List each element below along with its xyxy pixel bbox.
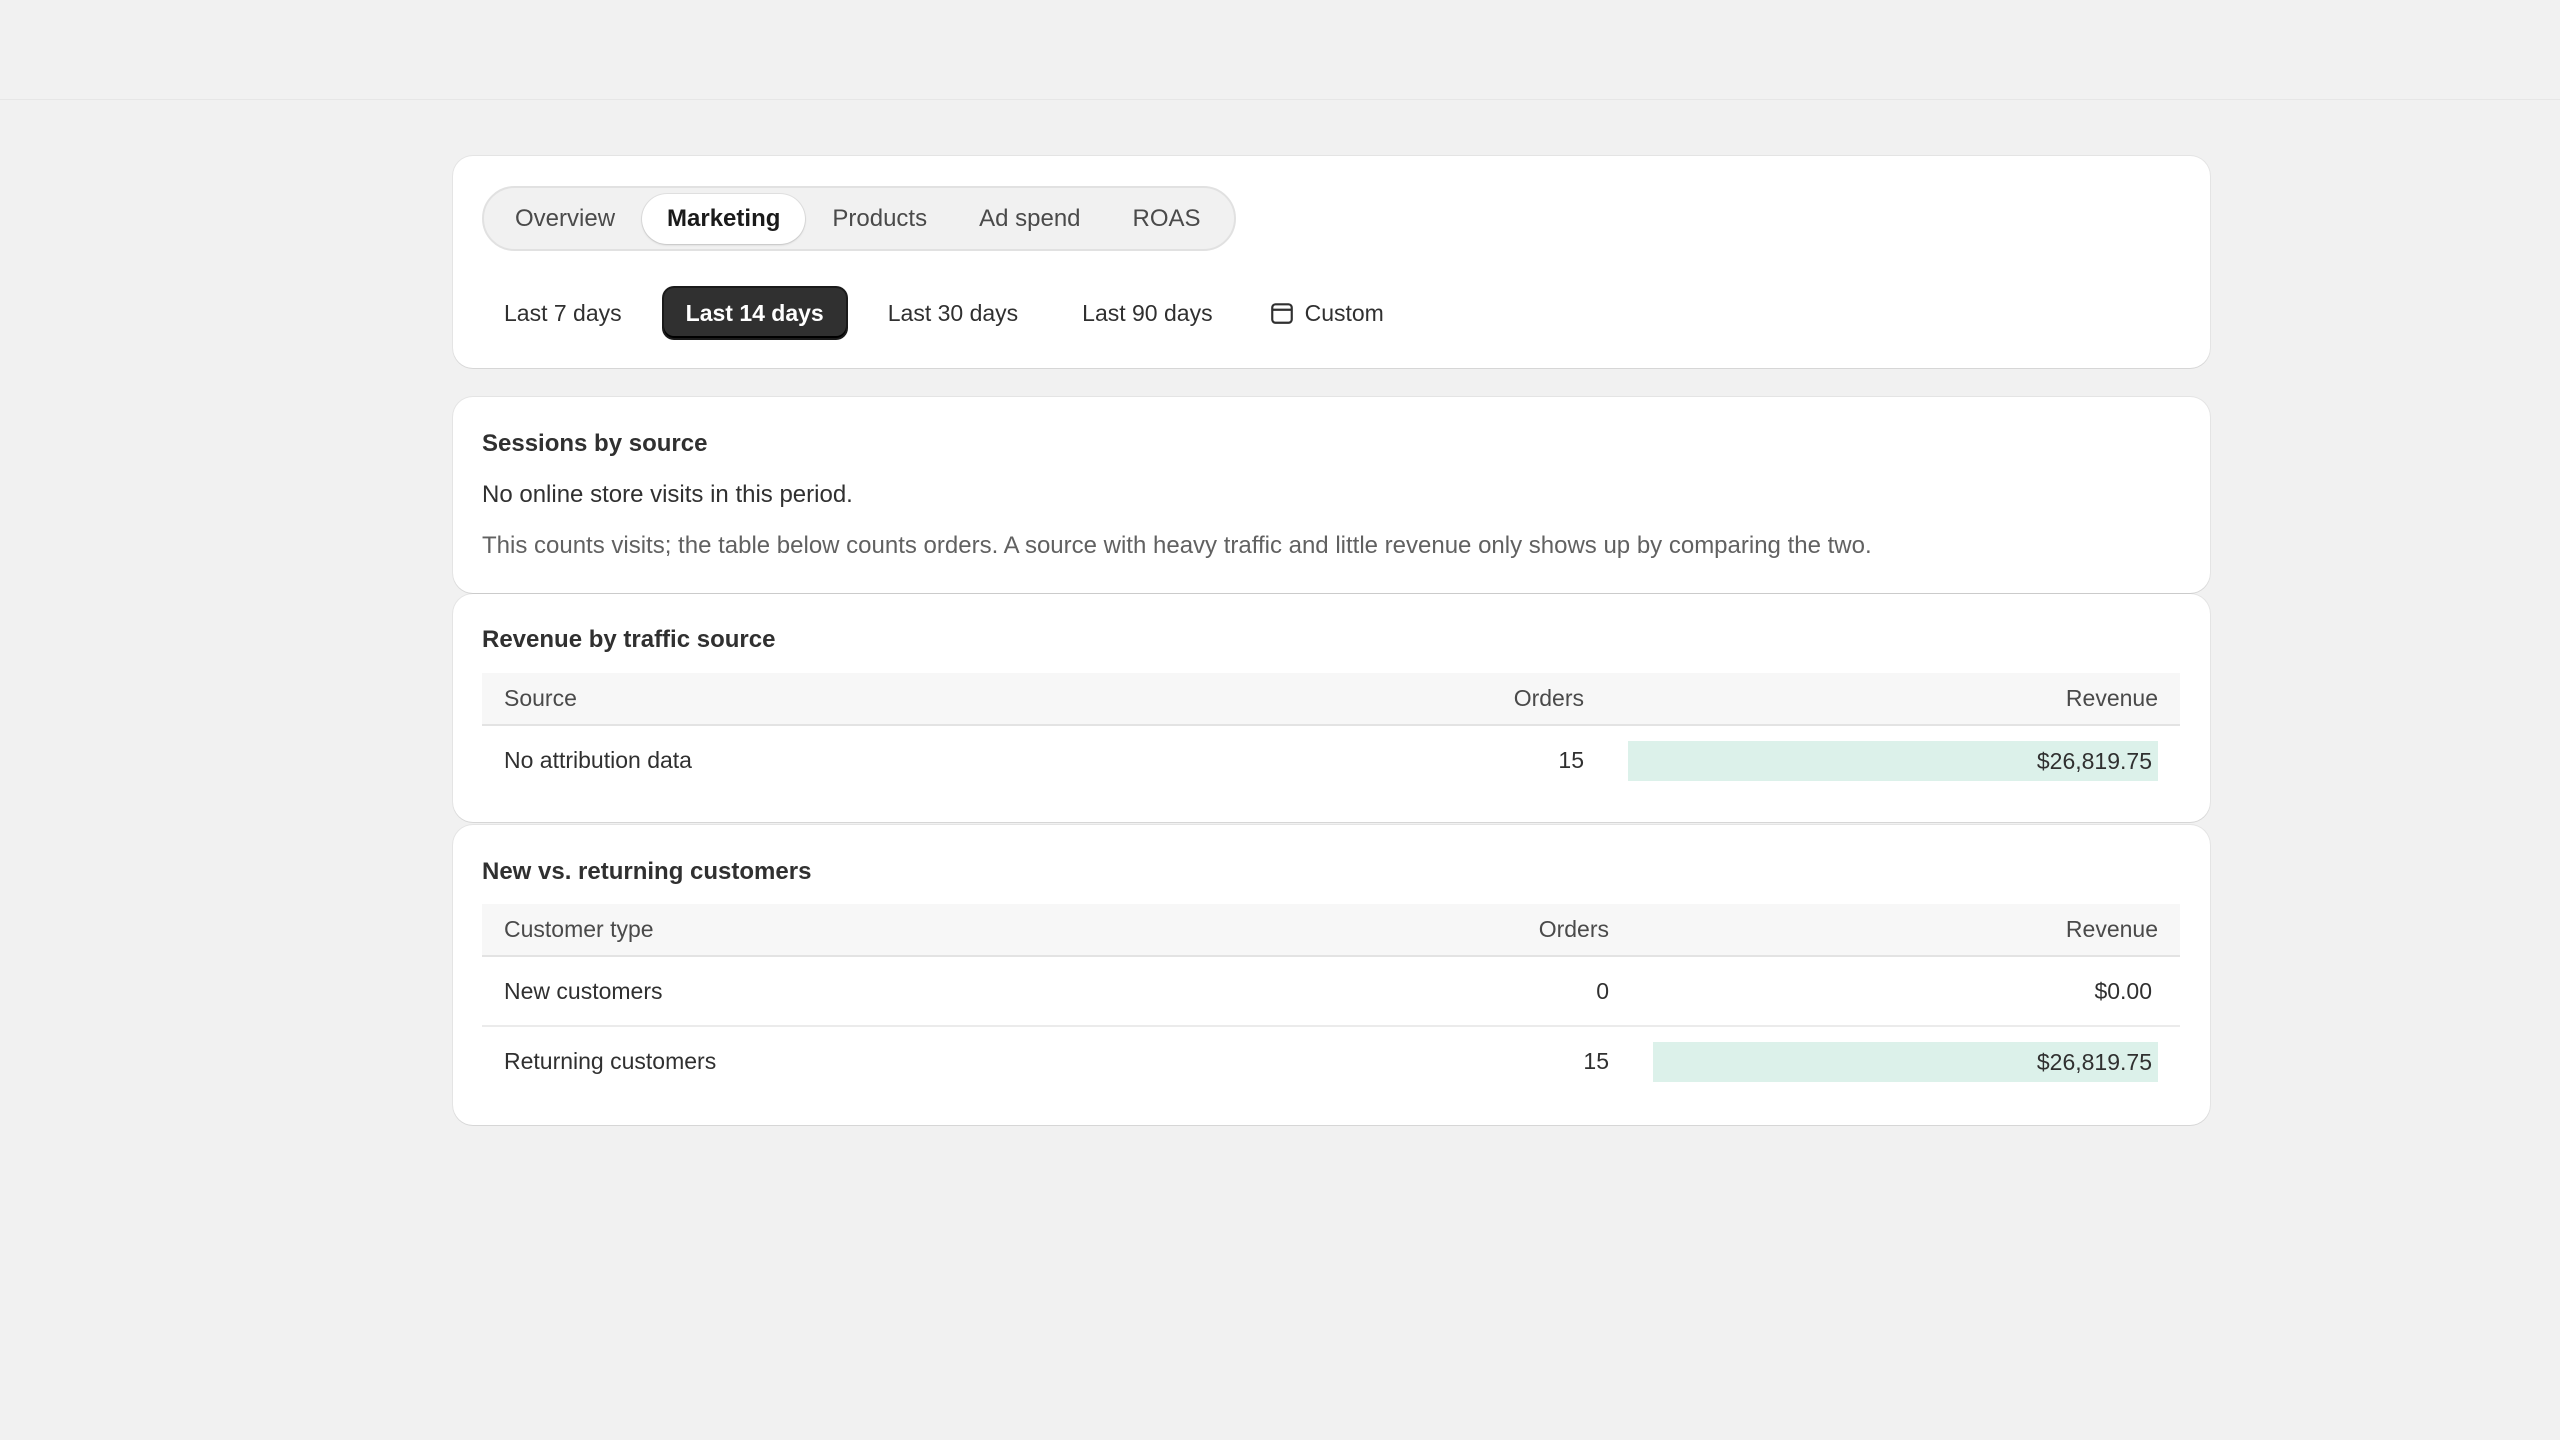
table-header-row: Customer type Orders Revenue <box>482 904 2180 957</box>
date-range-selector: Last 7 days Last 14 days Last 30 days La… <box>482 287 1426 339</box>
tab-ad-spend[interactable]: Ad spend <box>954 194 1105 244</box>
range-custom-button[interactable]: Custom <box>1255 288 1406 338</box>
revenue-value: $26,819.75 <box>2036 747 2152 774</box>
sessions-by-source-card: Sessions by source No online store visit… <box>453 397 2210 593</box>
orders-cell: 15 <box>1558 747 1584 773</box>
new-vs-returning-card: New vs. returning customers Customer typ… <box>453 825 2210 1125</box>
column-header-revenue: Revenue <box>1631 904 2180 957</box>
table-row: Returning customers 15 $26,819.75 <box>482 1026 2180 1096</box>
sessions-empty-message: No online store visits in this period. <box>482 481 853 508</box>
customers-title: New vs. returning customers <box>482 858 812 885</box>
tab-roas[interactable]: ROAS <box>1108 194 1226 244</box>
range-last-90-days-button[interactable]: Last 90 days <box>1060 288 1234 338</box>
orders-cell: 15 <box>1583 1048 1609 1074</box>
sessions-note: This counts visits; the table below coun… <box>482 532 1872 559</box>
revenue-cell: $26,819.75 <box>1631 1026 2180 1096</box>
range-last-7-days-button[interactable]: Last 7 days <box>482 288 644 338</box>
customer-type-cell: Returning customers <box>504 1048 717 1074</box>
column-header-customer-type: Customer type <box>482 904 1382 957</box>
sessions-title: Sessions by source <box>482 430 708 457</box>
report-tabs: Overview Marketing Products Ad spend ROA… <box>482 186 1236 251</box>
revenue-cell: $26,819.75 <box>1606 725 2180 795</box>
report-controls-card: Overview Marketing Products Ad spend ROA… <box>453 156 2210 368</box>
range-custom-label: Custom <box>1304 300 1384 326</box>
table-header-row: Source Orders Revenue <box>482 673 2180 726</box>
column-header-revenue: Revenue <box>1606 673 2180 726</box>
column-header-orders: Orders <box>1382 904 1631 957</box>
tab-marketing[interactable]: Marketing <box>642 193 806 244</box>
customer-type-cell: New customers <box>482 956 1382 1027</box>
revenue-by-source-card: Revenue by traffic source Source Orders … <box>453 594 2210 822</box>
customers-table: Customer type Orders Revenue New custome… <box>482 904 2180 1096</box>
range-last-14-days-button[interactable]: Last 14 days <box>663 288 846 338</box>
revenue-value: $26,819.75 <box>2036 1048 2152 1075</box>
table-row: New customers 0 $0.00 <box>482 956 2180 1027</box>
column-header-orders: Orders <box>1382 673 1606 726</box>
top-bar <box>0 0 2560 100</box>
revenue-by-source-title: Revenue by traffic source <box>482 626 776 653</box>
revenue-value: $0.00 <box>2094 978 2152 1004</box>
revenue-cell: $0.00 <box>1631 956 2180 1027</box>
source-cell: No attribution data <box>504 747 692 773</box>
range-last-30-days-button[interactable]: Last 30 days <box>866 288 1040 338</box>
column-header-source: Source <box>482 673 1382 726</box>
revenue-by-source-table: Source Orders Revenue No attribution dat… <box>482 673 2180 795</box>
tab-overview[interactable]: Overview <box>490 194 640 244</box>
table-row: No attribution data 15 $26,819.75 <box>482 725 2180 795</box>
tab-products[interactable]: Products <box>807 194 952 244</box>
orders-cell: 0 <box>1382 956 1631 1027</box>
calendar-icon <box>1270 303 1293 324</box>
